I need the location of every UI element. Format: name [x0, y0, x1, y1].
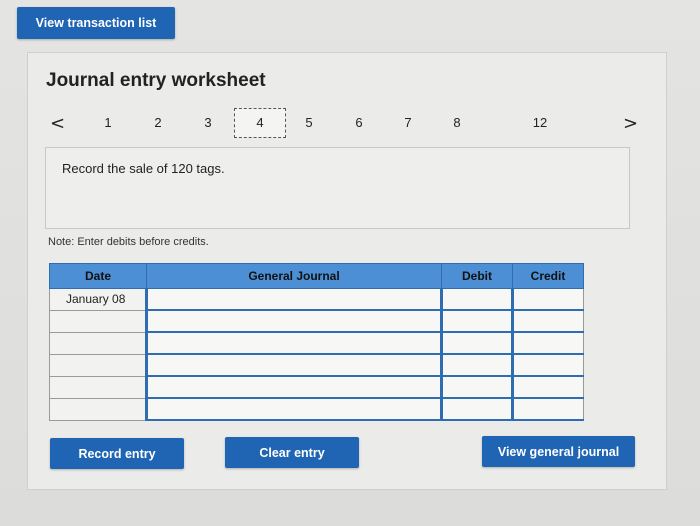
page-5[interactable]: 5	[299, 115, 319, 130]
date-cell[interactable]	[49, 397, 147, 421]
table-row: January 08	[49, 288, 584, 311]
page-2[interactable]: 2	[148, 115, 168, 130]
date-cell[interactable]	[49, 375, 147, 399]
credit-input[interactable]	[511, 331, 584, 355]
table-row	[49, 375, 584, 399]
journal-header-row: Date General Journal Debit Credit	[49, 263, 584, 289]
date-cell[interactable]: January 08	[49, 288, 147, 311]
account-input[interactable]	[145, 309, 442, 333]
credit-input[interactable]	[511, 353, 584, 377]
prev-page-icon[interactable]: <	[50, 113, 65, 134]
debit-input[interactable]	[440, 309, 513, 333]
transaction-description: Record the sale of 120 tags.	[62, 161, 225, 176]
view-transaction-list-button[interactable]: View transaction list	[17, 7, 175, 39]
journal-entry-worksheet-panel: Journal entry worksheet < 1 2 3 4 5 6 7 …	[27, 52, 667, 490]
next-page-icon[interactable]: >	[623, 113, 638, 134]
debit-input[interactable]	[440, 353, 513, 377]
account-input[interactable]	[145, 397, 442, 421]
debit-column-header: Debit	[441, 263, 513, 289]
clear-entry-button[interactable]: Clear entry	[225, 437, 359, 468]
date-cell[interactable]	[49, 331, 147, 355]
debit-input[interactable]	[440, 375, 513, 399]
table-row	[49, 309, 584, 333]
table-row	[49, 331, 584, 355]
debit-input[interactable]	[440, 397, 513, 421]
page-8[interactable]: 8	[447, 115, 467, 130]
debit-credit-note: Note: Enter debits before credits.	[48, 236, 209, 248]
date-column-header: Date	[49, 263, 147, 289]
page-7[interactable]: 7	[398, 115, 418, 130]
page-3[interactable]: 3	[198, 115, 218, 130]
account-input[interactable]	[145, 288, 442, 311]
record-entry-button[interactable]: Record entry	[50, 438, 184, 469]
account-input[interactable]	[145, 331, 442, 355]
credit-input[interactable]	[511, 288, 584, 311]
journal-table: Date General Journal Debit Credit Januar…	[49, 263, 584, 421]
credit-input[interactable]	[511, 375, 584, 399]
page-4-active[interactable]: 4	[234, 108, 286, 138]
page-6[interactable]: 6	[349, 115, 369, 130]
table-row	[49, 353, 584, 377]
date-cell[interactable]	[49, 309, 147, 333]
table-row	[49, 397, 584, 421]
account-input[interactable]	[145, 353, 442, 377]
account-input[interactable]	[145, 375, 442, 399]
view-general-journal-button[interactable]: View general journal	[482, 436, 635, 467]
date-cell[interactable]	[49, 353, 147, 377]
debit-input[interactable]	[440, 288, 513, 311]
credit-input[interactable]	[511, 397, 584, 421]
debit-input[interactable]	[440, 331, 513, 355]
general-journal-column-header: General Journal	[146, 263, 442, 289]
worksheet-title: Journal entry worksheet	[46, 70, 266, 91]
transaction-description-box: Record the sale of 120 tags.	[45, 147, 630, 229]
page-12[interactable]: 12	[530, 115, 550, 130]
credit-column-header: Credit	[512, 263, 584, 289]
page-1[interactable]: 1	[98, 115, 118, 130]
credit-input[interactable]	[511, 309, 584, 333]
worksheet-pager: < 1 2 3 4 5 6 7 8 12 >	[28, 106, 666, 142]
